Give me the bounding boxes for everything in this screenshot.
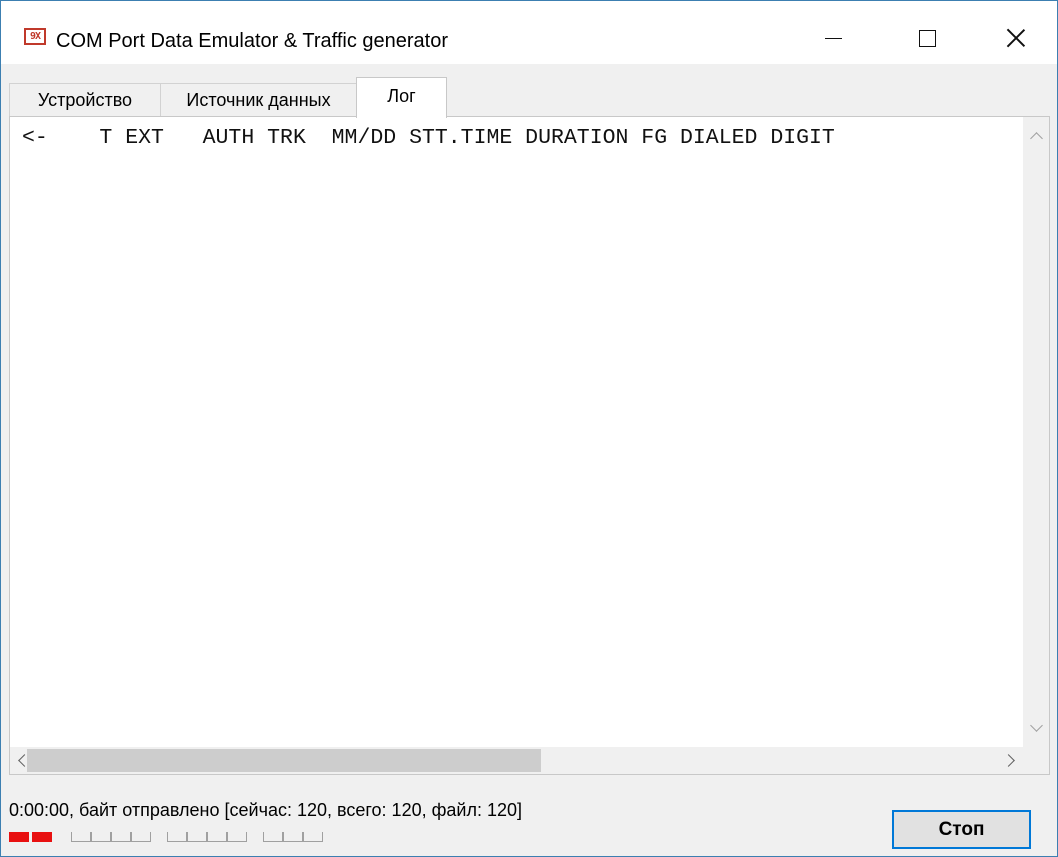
close-button[interactable] [993,21,1039,55]
indicator-led-inactive [227,832,247,842]
minimize-icon [824,37,842,39]
log-panel[interactable]: <- T EXT AUTH TRK MM/DD STT.TIME DURATIO… [9,116,1050,775]
tab-log[interactable]: Лог [356,77,447,118]
minimize-button[interactable] [810,21,856,55]
stop-button[interactable]: Стоп [892,810,1031,849]
indicator-led-inactive [131,832,151,842]
indicator-led-active [9,832,29,842]
indicator-led-inactive [71,832,91,842]
title-bar[interactable]: 9X COM Port Data Emulator & Traffic gene… [1,1,1057,64]
indicator-led-inactive [91,832,111,842]
app-icon: 9X [24,28,46,45]
indicator-led-inactive [303,832,323,842]
indicator-led-inactive [283,832,303,842]
indicator-led-inactive [111,832,131,842]
scroll-right-icon[interactable] [1002,754,1015,767]
tab-data-source[interactable]: Источник данных [160,83,357,117]
indicator-led-inactive [263,832,283,842]
indicator-led-inactive [207,832,227,842]
indicator-led-inactive [187,832,207,842]
log-content: <- T EXT AUTH TRK MM/DD STT.TIME DURATIO… [22,126,835,150]
maximize-icon [918,29,936,47]
scroll-up-icon[interactable] [1030,132,1043,145]
close-icon [1006,28,1026,48]
indicator-led-active [32,832,52,842]
vertical-scrollbar[interactable] [1023,117,1049,747]
tab-device[interactable]: Устройство [9,83,161,117]
horizontal-scrollbar[interactable] [10,747,1023,774]
window-title: COM Port Data Emulator & Traffic generat… [56,30,449,52]
app-window: 9X COM Port Data Emulator & Traffic gene… [0,0,1058,857]
scrollbar-corner [1023,747,1049,774]
maximize-button[interactable] [904,21,950,55]
scroll-down-icon[interactable] [1030,719,1043,732]
horizontal-scroll-thumb[interactable] [27,749,541,772]
status-text: 0:00:00, байт отправлено [сейчас: 120, в… [9,800,522,820]
indicator-led-inactive [167,832,187,842]
